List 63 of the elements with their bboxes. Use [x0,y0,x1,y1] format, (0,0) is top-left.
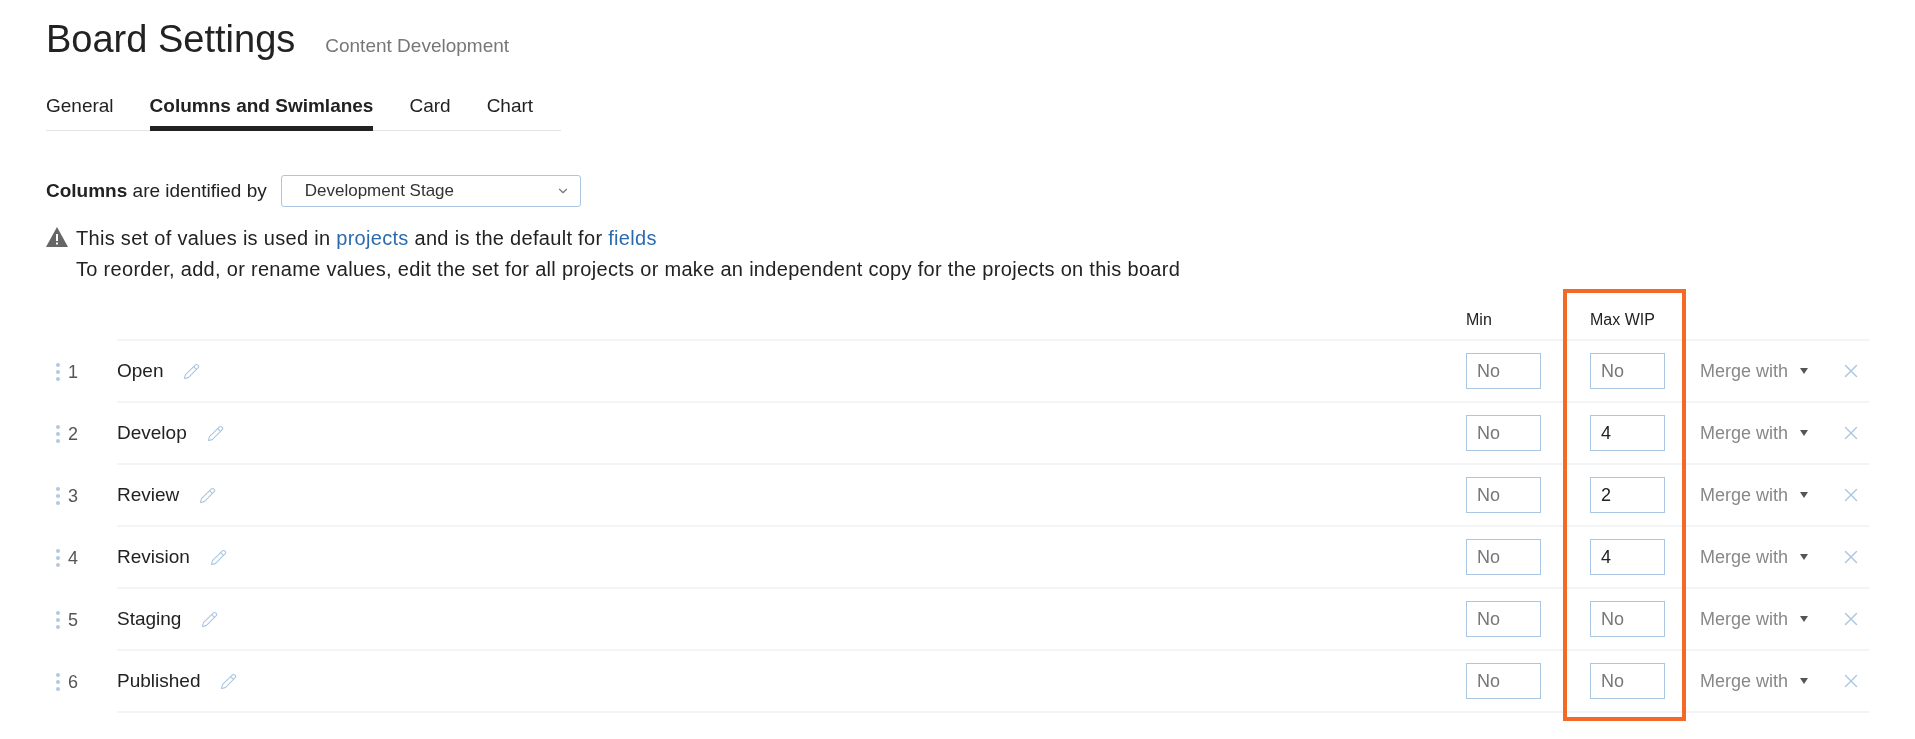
column-name: Open [117,360,164,382]
merge-with-dropdown[interactable]: Merge with [1700,608,1840,630]
max-wip-field[interactable]: No [1590,353,1665,389]
column-name: Published [117,670,201,692]
pencil-icon[interactable] [209,548,227,566]
drag-handle-icon[interactable] [56,363,60,381]
caret-icon [1800,678,1809,684]
merge-with-dropdown[interactable]: Merge with [1700,670,1840,692]
page-title: Board Settings [46,18,296,61]
pencil-icon[interactable] [183,362,201,380]
column-field-dropdown[interactable]: Development Stage [280,175,581,207]
tab[interactable]: Columns and Swimlanes [149,91,374,131]
min-field[interactable]: No [1466,415,1541,451]
link[interactable]: fields [608,227,657,249]
max-wip-field[interactable]: 4 [1590,539,1665,575]
pencil-icon[interactable] [206,424,224,442]
column-header: Max WIP [1590,311,1656,330]
max-wip-field[interactable]: No [1590,663,1665,699]
tab[interactable]: Card [409,91,451,131]
row-number: 3 [68,485,78,507]
min-field[interactable]: No [1466,477,1541,513]
min-field[interactable]: No [1466,539,1541,575]
notice-text: This set of values is used in projects and is the default for fields [76,227,658,250]
caret-icon [1800,616,1809,622]
max-wip-field[interactable]: No [1590,601,1665,637]
caret-icon [1800,430,1809,436]
link[interactable]: projects [336,227,409,249]
column-name: Revision [117,546,190,568]
merge-with-dropdown[interactable]: Merge with [1700,546,1840,568]
max-wip-field[interactable]: 2 [1590,477,1665,513]
caret-icon [1800,554,1809,560]
drag-handle-icon[interactable] [56,611,60,629]
merge-with-dropdown[interactable]: Merge with [1700,360,1840,382]
row-number: 1 [68,361,78,383]
merge-with-dropdown[interactable]: Merge with [1700,422,1840,444]
notice-text: To reorder, add, or rename values, edit the set for all projects or make an independent copy for the projects on this board [76,258,1182,281]
identified-by-label: Columns are identified by [46,180,267,202]
drag-handle-icon[interactable] [56,673,60,691]
pencil-icon[interactable] [201,610,219,628]
row-number: 2 [68,423,78,445]
min-field[interactable]: No [1466,601,1541,637]
pencil-icon[interactable] [199,486,217,504]
column-name: Review [117,484,180,506]
tab[interactable]: General [46,91,114,131]
max-wip-field[interactable]: 4 [1590,415,1665,451]
merge-with-dropdown[interactable]: Merge with [1700,484,1840,506]
drag-handle-icon[interactable] [56,425,60,443]
min-field[interactable]: No [1466,663,1541,699]
board-name: Content Development [325,35,510,57]
min-field[interactable]: No [1466,353,1541,389]
drag-handle-icon[interactable] [56,487,60,505]
column-name: Develop [117,422,187,444]
warning-icon [46,227,68,247]
column-header: Min [1466,311,1493,330]
caret-icon [1800,492,1809,498]
caret-icon [1800,368,1809,374]
drag-handle-icon[interactable] [56,549,60,567]
pencil-icon[interactable] [220,672,238,690]
row-number: 6 [68,671,78,693]
row-number: 4 [68,547,78,569]
row-number: 5 [68,609,78,631]
column-name: Staging [117,608,182,630]
tab[interactable]: Chart [486,91,534,131]
